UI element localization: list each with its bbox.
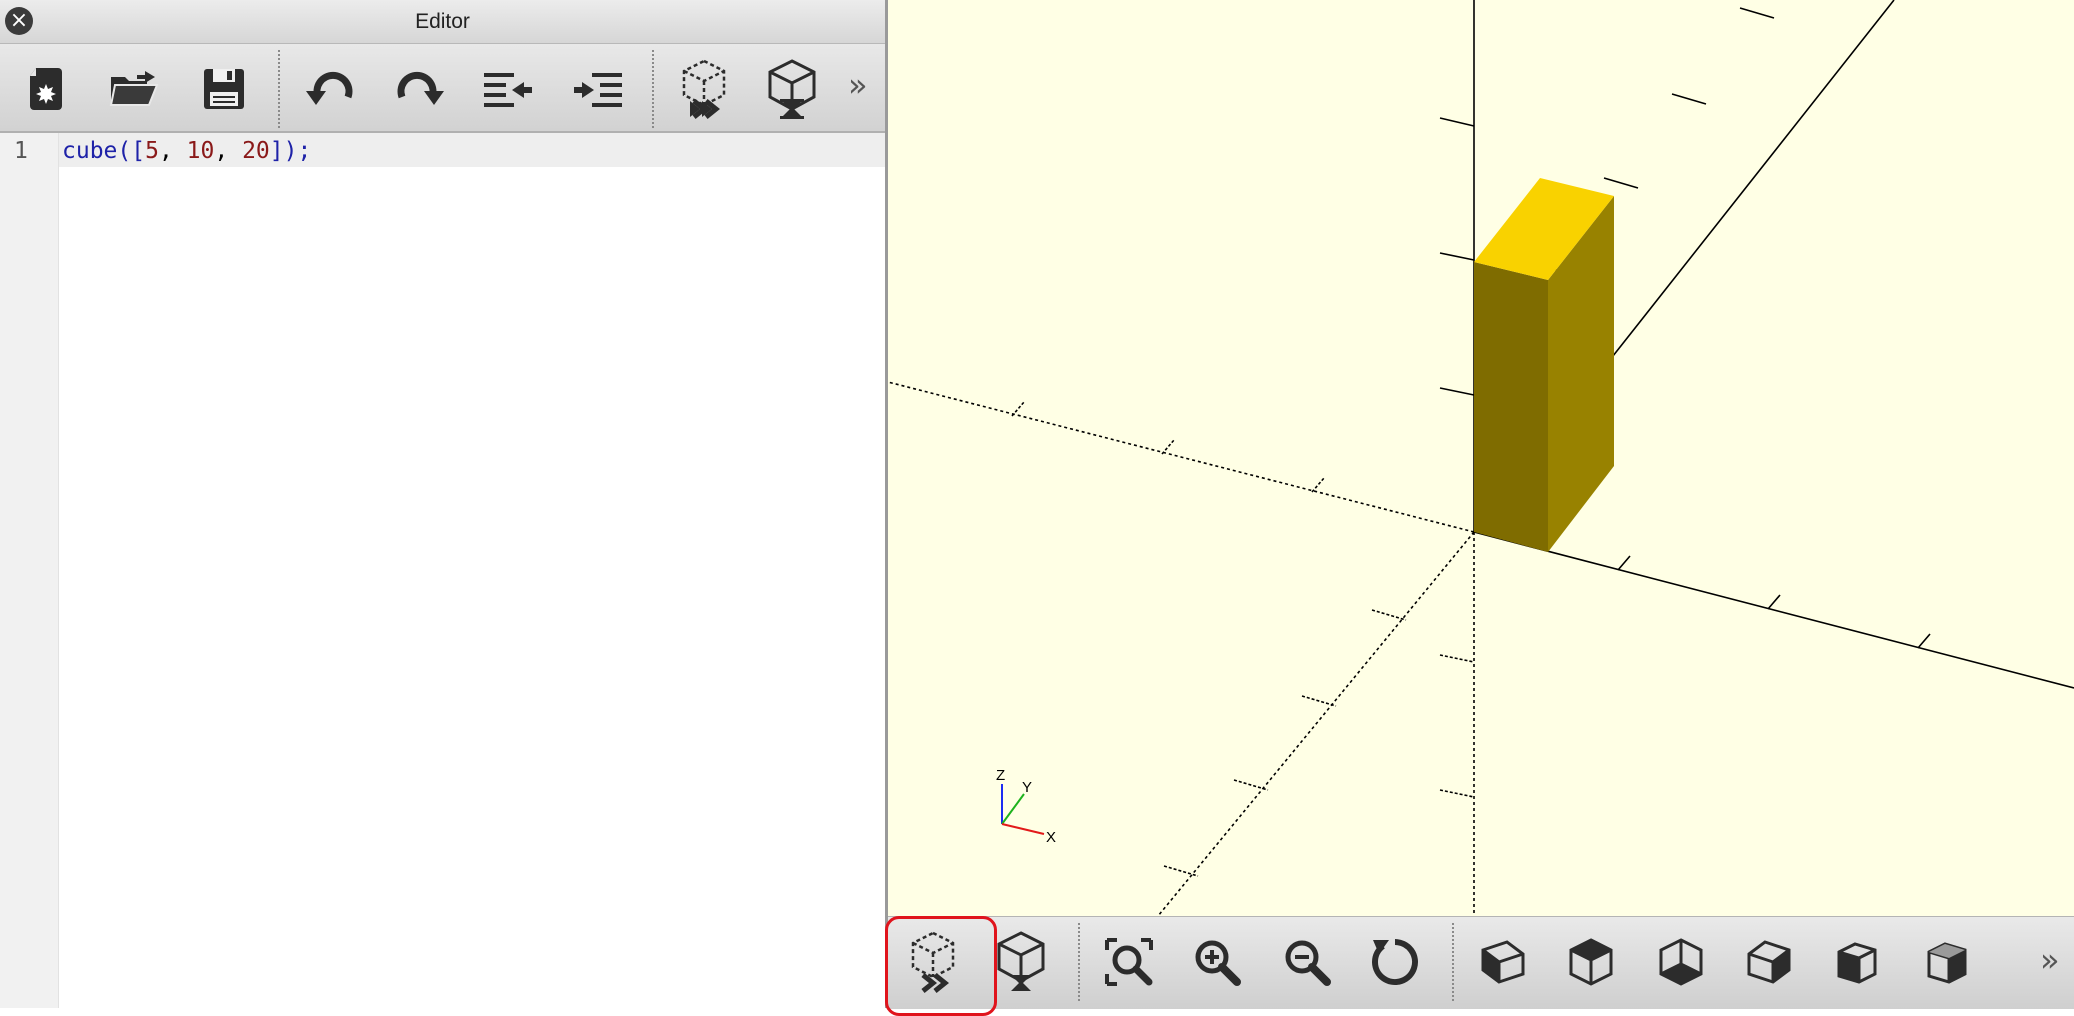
3d-viewport[interactable]: Z Y X bbox=[888, 0, 2074, 916]
line-gutter: 1 bbox=[0, 133, 59, 1008]
code-token-open: ([ bbox=[117, 138, 146, 164]
code-token-number: 5 bbox=[145, 138, 159, 164]
x-axis-negative bbox=[888, 381, 1475, 533]
undo-icon[interactable] bbox=[298, 57, 362, 121]
view-back-icon[interactable] bbox=[1914, 929, 1980, 995]
editor-titlebar: × Editor bbox=[0, 0, 885, 44]
z-ticks bbox=[1439, 117, 1475, 396]
open-file-icon[interactable] bbox=[102, 57, 166, 121]
zoom-out-icon[interactable] bbox=[1274, 929, 1340, 995]
view-right-icon[interactable] bbox=[1470, 929, 1536, 995]
unindent-icon[interactable] bbox=[476, 57, 540, 121]
view-toolbar-overflow-icon[interactable]: » bbox=[2040, 941, 2060, 979]
redo-icon[interactable] bbox=[388, 57, 452, 121]
preview-icon[interactable] bbox=[672, 57, 736, 121]
render-button[interactable] bbox=[988, 929, 1054, 995]
code-token-close: ]); bbox=[269, 138, 312, 164]
cube-front-face bbox=[1474, 262, 1548, 552]
editor-panel: × Editor » 1 cube([5, 10, 20]); bbox=[0, 0, 888, 1008]
gizmo-y-label: Y bbox=[1022, 779, 1032, 796]
code-token-number: 10 bbox=[186, 138, 215, 164]
view-left-icon[interactable] bbox=[1736, 929, 1802, 995]
code-token-function: cube bbox=[62, 138, 118, 164]
editor-title: Editor bbox=[415, 10, 470, 33]
preview-highlight-box bbox=[885, 916, 997, 1016]
render-icon[interactable] bbox=[760, 57, 824, 121]
editor-toolbar: » bbox=[0, 44, 885, 133]
x-ticks bbox=[1617, 555, 1931, 649]
y-ticks-negative bbox=[1163, 609, 1407, 877]
render-icon bbox=[997, 931, 1045, 991]
view-front-icon[interactable] bbox=[1824, 929, 1890, 995]
view-top-icon[interactable] bbox=[1558, 929, 1624, 995]
y-axis-negative bbox=[1157, 531, 1475, 916]
view-bottom-icon[interactable] bbox=[1648, 929, 1714, 995]
reset-view-icon[interactable] bbox=[1362, 929, 1428, 995]
z-ticks-negative bbox=[1439, 654, 1475, 798]
toolbar-overflow-icon[interactable]: » bbox=[848, 66, 868, 104]
preview-button[interactable] bbox=[885, 916, 997, 1016]
line-number: 1 bbox=[14, 138, 28, 164]
save-file-icon[interactable] bbox=[192, 57, 256, 121]
indent-icon[interactable] bbox=[566, 57, 630, 121]
new-file-icon[interactable] bbox=[14, 57, 78, 121]
gizmo-z-label: Z bbox=[996, 767, 1005, 784]
code-line-1[interactable]: cube([5, 10, 20]); bbox=[62, 138, 311, 164]
x-axis-positive bbox=[1473, 531, 2074, 689]
code-token-comma: , bbox=[214, 138, 243, 164]
code-editor[interactable]: 1 cube([5, 10, 20]); bbox=[0, 133, 885, 1008]
view-toolbar: » bbox=[885, 916, 2074, 1016]
zoom-in-icon[interactable] bbox=[1184, 929, 1250, 995]
gizmo-x-label: X bbox=[1046, 829, 1056, 846]
view-all-icon[interactable] bbox=[1096, 929, 1162, 995]
code-token-number: 20 bbox=[242, 138, 270, 164]
code-token-comma: , bbox=[158, 138, 187, 164]
x-ticks-negative bbox=[1011, 401, 1325, 493]
